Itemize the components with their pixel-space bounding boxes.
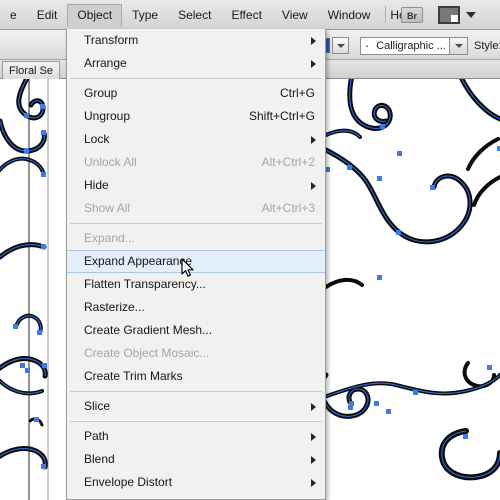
chevron-right-icon [311, 37, 316, 45]
menu-bar-item-window[interactable]: Window [318, 4, 381, 27]
menu-item-create-trim-marks[interactable]: Create Trim Marks [67, 365, 325, 388]
menu-item-label: Create Gradient Mesh... [84, 323, 213, 337]
menu-item-ungroup[interactable]: Ungroup Shift+Ctrl+G [67, 105, 325, 128]
brush-preview-icon: · [364, 38, 370, 53]
menu-bar-item-select[interactable]: Select [168, 4, 221, 27]
object-menu-dropdown[interactable]: Transform Arrange Group Ctrl+G Ungroup Shift+… [66, 29, 326, 500]
menu-item-path[interactable]: Path [67, 425, 325, 448]
menu-item-show-all: Show All Alt+Ctrl+3 [67, 197, 325, 220]
menu-item-label: Group [84, 86, 118, 100]
menu-item-label: Show All [84, 201, 131, 215]
menu-bar-item-view[interactable]: View [272, 4, 318, 27]
chevron-down-icon [336, 43, 345, 48]
menu-bar: eEditObjectTypeSelectEffectViewWindowHel… [0, 0, 500, 30]
menu-item-unlock-all: Unlock All Alt+Ctrl+2 [67, 151, 325, 174]
menu-bar-item-type[interactable]: Type [122, 4, 168, 27]
menu-bar-divider [385, 6, 386, 23]
brush-definition-combo[interactable]: · Calligraphic ... [360, 37, 468, 55]
menu-item-arrange[interactable]: Arrange [67, 52, 325, 75]
brush-dropdown-button[interactable] [449, 38, 467, 54]
menu-item-label: Expand... [84, 231, 135, 245]
menu-item-create-gradient-mesh[interactable]: Create Gradient Mesh... [67, 319, 325, 342]
workspace-layout-icon[interactable] [438, 6, 460, 24]
menu-item-label: Ungroup [84, 109, 131, 123]
brush-definition-value: Calligraphic ... [376, 40, 446, 52]
menu-item-expand-appearance[interactable]: Expand Appearance [67, 250, 325, 273]
menu-item-label: Envelope Distort [84, 475, 173, 489]
chevron-right-icon [311, 136, 316, 144]
menu-separator [70, 391, 322, 392]
chevron-right-icon [311, 403, 316, 411]
menu-bar-item-e[interactable]: e [0, 4, 27, 27]
chevron-right-icon [311, 60, 316, 68]
menu-item-group[interactable]: Group Ctrl+G [67, 82, 325, 105]
menu-item-label: Create Trim Marks [84, 369, 183, 383]
menu-bar-item-effect[interactable]: Effect [221, 4, 271, 27]
chevron-right-icon [311, 456, 316, 464]
menu-item-envelope-distort[interactable]: Envelope Distort [67, 471, 325, 494]
menu-item-perspective[interactable]: Perspective [67, 494, 325, 500]
chevron-down-icon[interactable] [466, 12, 476, 18]
menu-item-label: Flatten Transparency... [84, 277, 206, 291]
menu-item-label: Transform [84, 33, 139, 47]
menu-item-shortcut: Alt+Ctrl+3 [261, 201, 315, 215]
menu-item-label: Path [84, 429, 109, 443]
bridge-button[interactable]: Br [401, 7, 423, 23]
menu-item-hide[interactable]: Hide [67, 174, 325, 197]
menu-bar-item-object[interactable]: Object [67, 3, 123, 27]
menu-item-create-object-mosaic: Create Object Mosaic... [67, 342, 325, 365]
menu-item-label: Lock [84, 132, 110, 146]
chevron-right-icon [311, 433, 316, 441]
menu-bar-items: eEditObjectTypeSelectEffectViewWindowHel… [0, 0, 425, 29]
menu-separator [70, 223, 322, 224]
menu-item-shortcut: Shift+Ctrl+G [248, 109, 315, 123]
menu-item-slice[interactable]: Slice [67, 395, 325, 418]
chevron-right-icon [311, 479, 316, 487]
menu-item-label: Rasterize... [84, 300, 145, 314]
illustrator-window: Floral Se · Calligraphic ... Style: e Edi… [0, 0, 500, 500]
menu-item-label: Expand Appearance [84, 254, 193, 268]
menu-item-transform[interactable]: Transform [67, 29, 325, 52]
menu-separator [70, 421, 322, 422]
menu-separator [70, 78, 322, 79]
menu-item-label: Create Object Mosaic... [84, 346, 210, 360]
menu-bar-item-edit[interactable]: Edit [27, 4, 68, 27]
menu-item-blend[interactable]: Blend [67, 448, 325, 471]
menu-item-shortcut: Ctrl+G [279, 86, 315, 100]
stroke-weight-dropdown[interactable] [332, 37, 349, 54]
menu-item-expand: Expand... [67, 227, 325, 250]
menu-item-shortcut: Alt+Ctrl+2 [261, 155, 315, 169]
chevron-down-icon [454, 44, 463, 48]
chevron-right-icon [311, 182, 316, 190]
menu-item-label: Blend [84, 452, 115, 466]
menu-item-label: Arrange [84, 56, 127, 70]
menu-item-flatten-transparency[interactable]: Flatten Transparency... [67, 273, 325, 296]
menu-item-lock[interactable]: Lock [67, 128, 325, 151]
menu-item-label: Hide [84, 178, 109, 192]
document-tab[interactable]: Floral Se [2, 61, 61, 79]
menu-item-rasterize[interactable]: Rasterize... [67, 296, 325, 319]
menu-item-label: Slice [84, 399, 111, 413]
style-label: Style: [474, 40, 500, 52]
menu-item-label: Unlock All [84, 155, 137, 169]
